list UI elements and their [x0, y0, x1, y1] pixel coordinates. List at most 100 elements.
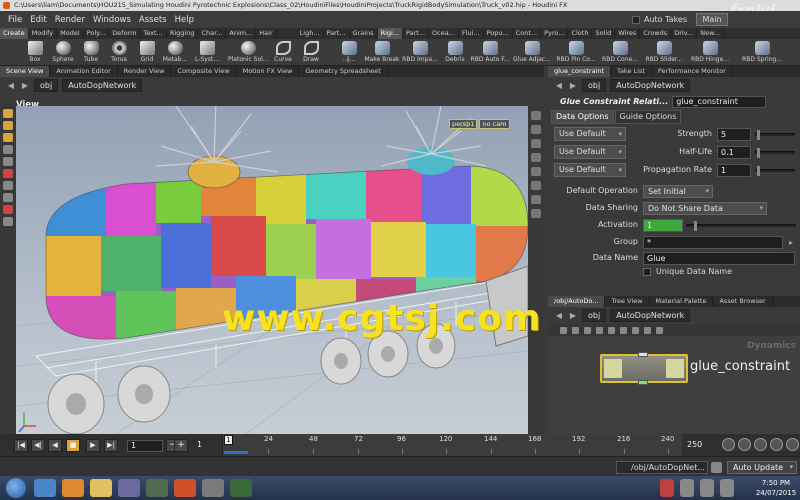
wireframe-icon[interactable]	[531, 153, 541, 162]
tab-tree-view[interactable]: Tree View	[605, 296, 650, 307]
shelf-tab-anim[interactable]: Anim...	[226, 28, 257, 39]
handle-tool-icon[interactable]	[3, 157, 13, 166]
halflife-slider-knob[interactable]	[757, 148, 760, 158]
firefox-icon[interactable]	[62, 479, 84, 497]
data-name-field[interactable]: Glue	[643, 252, 795, 265]
menu-windows[interactable]: Windows	[89, 15, 135, 25]
audio-icon[interactable]	[754, 438, 767, 451]
tool-torus[interactable]: Torus	[104, 39, 134, 66]
tab-glue-constraint[interactable]: glue_constraint	[548, 66, 612, 77]
menu-edit[interactable]: Edit	[26, 15, 50, 25]
strength-field[interactable]: 5	[717, 128, 751, 141]
menu-file[interactable]: File	[4, 15, 26, 25]
view-tool-icon[interactable]	[3, 181, 13, 190]
start-increment-icon[interactable]: +	[174, 439, 188, 452]
shelf-tab-solid[interactable]: Solid	[592, 28, 616, 39]
status-network-path[interactable]: /obj/AutoDopNet...	[616, 461, 708, 474]
houdini-taskbar-icon[interactable]	[146, 479, 168, 497]
back-arrow-icon[interactable]: ◀	[6, 80, 16, 92]
shelf-tab-container[interactable]: Cont...	[513, 28, 542, 39]
shading-mode-icon[interactable]	[531, 125, 541, 134]
grid-display-icon[interactable]	[531, 209, 541, 218]
tab-asset-browser[interactable]: Asset Browser	[713, 296, 773, 307]
auto-takes-toggle[interactable]: Auto Takes	[632, 11, 687, 28]
tab-take-list[interactable]: Take List	[611, 66, 652, 77]
tool-lsystem[interactable]: L-Syst...	[192, 39, 222, 66]
realtime-toggle-icon[interactable]	[722, 438, 735, 451]
grid-icon[interactable]	[584, 326, 591, 334]
forward-arrow-icon[interactable]: ▶	[568, 310, 578, 322]
tree-icon[interactable]	[560, 326, 567, 334]
file-explorer-icon[interactable]	[90, 479, 112, 497]
tool-platonic[interactable]: Platonic Sol...	[228, 39, 268, 66]
playbar-menu-icon[interactable]	[786, 438, 799, 451]
shelf-tab-hair[interactable]: Hair	[256, 28, 277, 39]
glue-constraint-node[interactable]	[600, 352, 688, 385]
start-frame-field[interactable]: 1	[127, 440, 163, 452]
tool-metaball[interactable]: Metab...	[160, 39, 190, 66]
app-taskbar-icon[interactable]	[230, 479, 252, 497]
terminal-taskbar-icon[interactable]	[202, 479, 224, 497]
shelf-tab-create[interactable]: Create	[0, 28, 29, 39]
strength-slider[interactable]	[755, 130, 795, 140]
propagation-slider[interactable]	[755, 166, 795, 176]
houdini-fx-taskbar-icon[interactable]	[174, 479, 196, 497]
tab-geometry-spreadsheet[interactable]: Geometry Spreadsheet	[299, 66, 388, 77]
shelf-tab-ocean[interactable]: Ocea...	[429, 28, 459, 39]
play-forward-icon[interactable]: ▶	[86, 439, 100, 452]
shelf-tab-cloth[interactable]: Cloth	[568, 28, 593, 39]
pose-tool-icon[interactable]	[3, 193, 13, 202]
tool-rbd-pin[interactable]: RBD Pin Co...	[556, 39, 596, 66]
tool-glue-adjacent[interactable]: Glue Adjac...	[512, 39, 552, 66]
tab-material-palette[interactable]: Material Palette	[650, 296, 714, 307]
select-tool-icon[interactable]	[3, 109, 13, 118]
tool-rbd-cone[interactable]: RBD Cone...	[600, 39, 640, 66]
halflife-field[interactable]: 0.1	[717, 146, 751, 159]
shelf-tab-fluid[interactable]: Flui...	[459, 28, 484, 39]
color-icon[interactable]	[620, 326, 627, 334]
move-tool-icon[interactable]	[3, 121, 13, 130]
tray-volume-icon[interactable]	[700, 479, 714, 497]
tool-curve[interactable]: Curve	[268, 39, 298, 66]
back-arrow-icon[interactable]: ◀	[554, 80, 564, 92]
list-icon[interactable]	[572, 326, 579, 334]
propagation-default-menu[interactable]: Use Default	[554, 163, 626, 177]
tab-performance-monitor[interactable]: Performance Monitor	[652, 66, 733, 77]
display-options-icon[interactable]	[531, 111, 541, 120]
halflife-default-menu[interactable]: Use Default	[554, 145, 626, 159]
timeline-ruler[interactable]: 1 24 48 72 96 120 144 168 192 216 240	[222, 434, 682, 456]
tab-guide-options[interactable]: Guide Options	[614, 110, 682, 124]
tray-network-icon[interactable]	[680, 479, 694, 497]
normals-icon[interactable]	[531, 195, 541, 204]
tab-data-options[interactable]: Data Options	[551, 110, 614, 124]
back-arrow-icon[interactable]: ◀	[554, 310, 564, 322]
menu-render[interactable]: Render	[51, 15, 89, 25]
shelf-tab-pyro[interactable]: Pyro...	[541, 28, 569, 39]
activation-field[interactable]: 1	[643, 219, 683, 232]
media-player-icon[interactable]	[118, 479, 140, 497]
point-display-icon[interactable]	[531, 181, 541, 190]
group-field[interactable]: *	[643, 236, 783, 249]
tool-rbd-auto-freeze[interactable]: RBD Auto F...	[470, 39, 510, 66]
flipbook-icon[interactable]	[3, 217, 13, 226]
cam-mode-menu[interactable]: no cam	[479, 119, 510, 129]
propagation-slider-knob[interactable]	[757, 166, 760, 176]
stop-icon[interactable]: ■	[66, 439, 80, 452]
render-region-icon[interactable]	[3, 205, 13, 214]
path-segment-network[interactable]: AutoDopNetwork	[62, 79, 143, 92]
tool-rbd-slider[interactable]: RBD Slider...	[644, 39, 684, 66]
node-display-flag[interactable]	[666, 359, 684, 378]
shelf-tab-populate[interactable]: Popu...	[484, 28, 513, 39]
shelf-tab-rigging[interactable]: Rigging	[167, 28, 199, 39]
node-name-field[interactable]: glue_constraint	[672, 95, 767, 108]
rotate-tool-icon[interactable]	[3, 133, 13, 142]
taskbar-clock[interactable]: 7:50 PM 24/07/2015	[754, 478, 798, 498]
tab-network-editor[interactable]: /obj/AutoDo...	[548, 296, 606, 307]
tool-sphere[interactable]: Sphere	[48, 39, 78, 66]
camera-menu[interactable]: persp1	[449, 119, 478, 129]
tab-render-view[interactable]: Render View	[118, 66, 172, 77]
3d-viewport[interactable]	[16, 106, 528, 434]
shelf-tab-char[interactable]: Char...	[198, 28, 227, 39]
path-segment-network[interactable]: AutoDopNetwork	[610, 79, 691, 92]
jump-start-icon[interactable]: |◀	[14, 439, 28, 452]
